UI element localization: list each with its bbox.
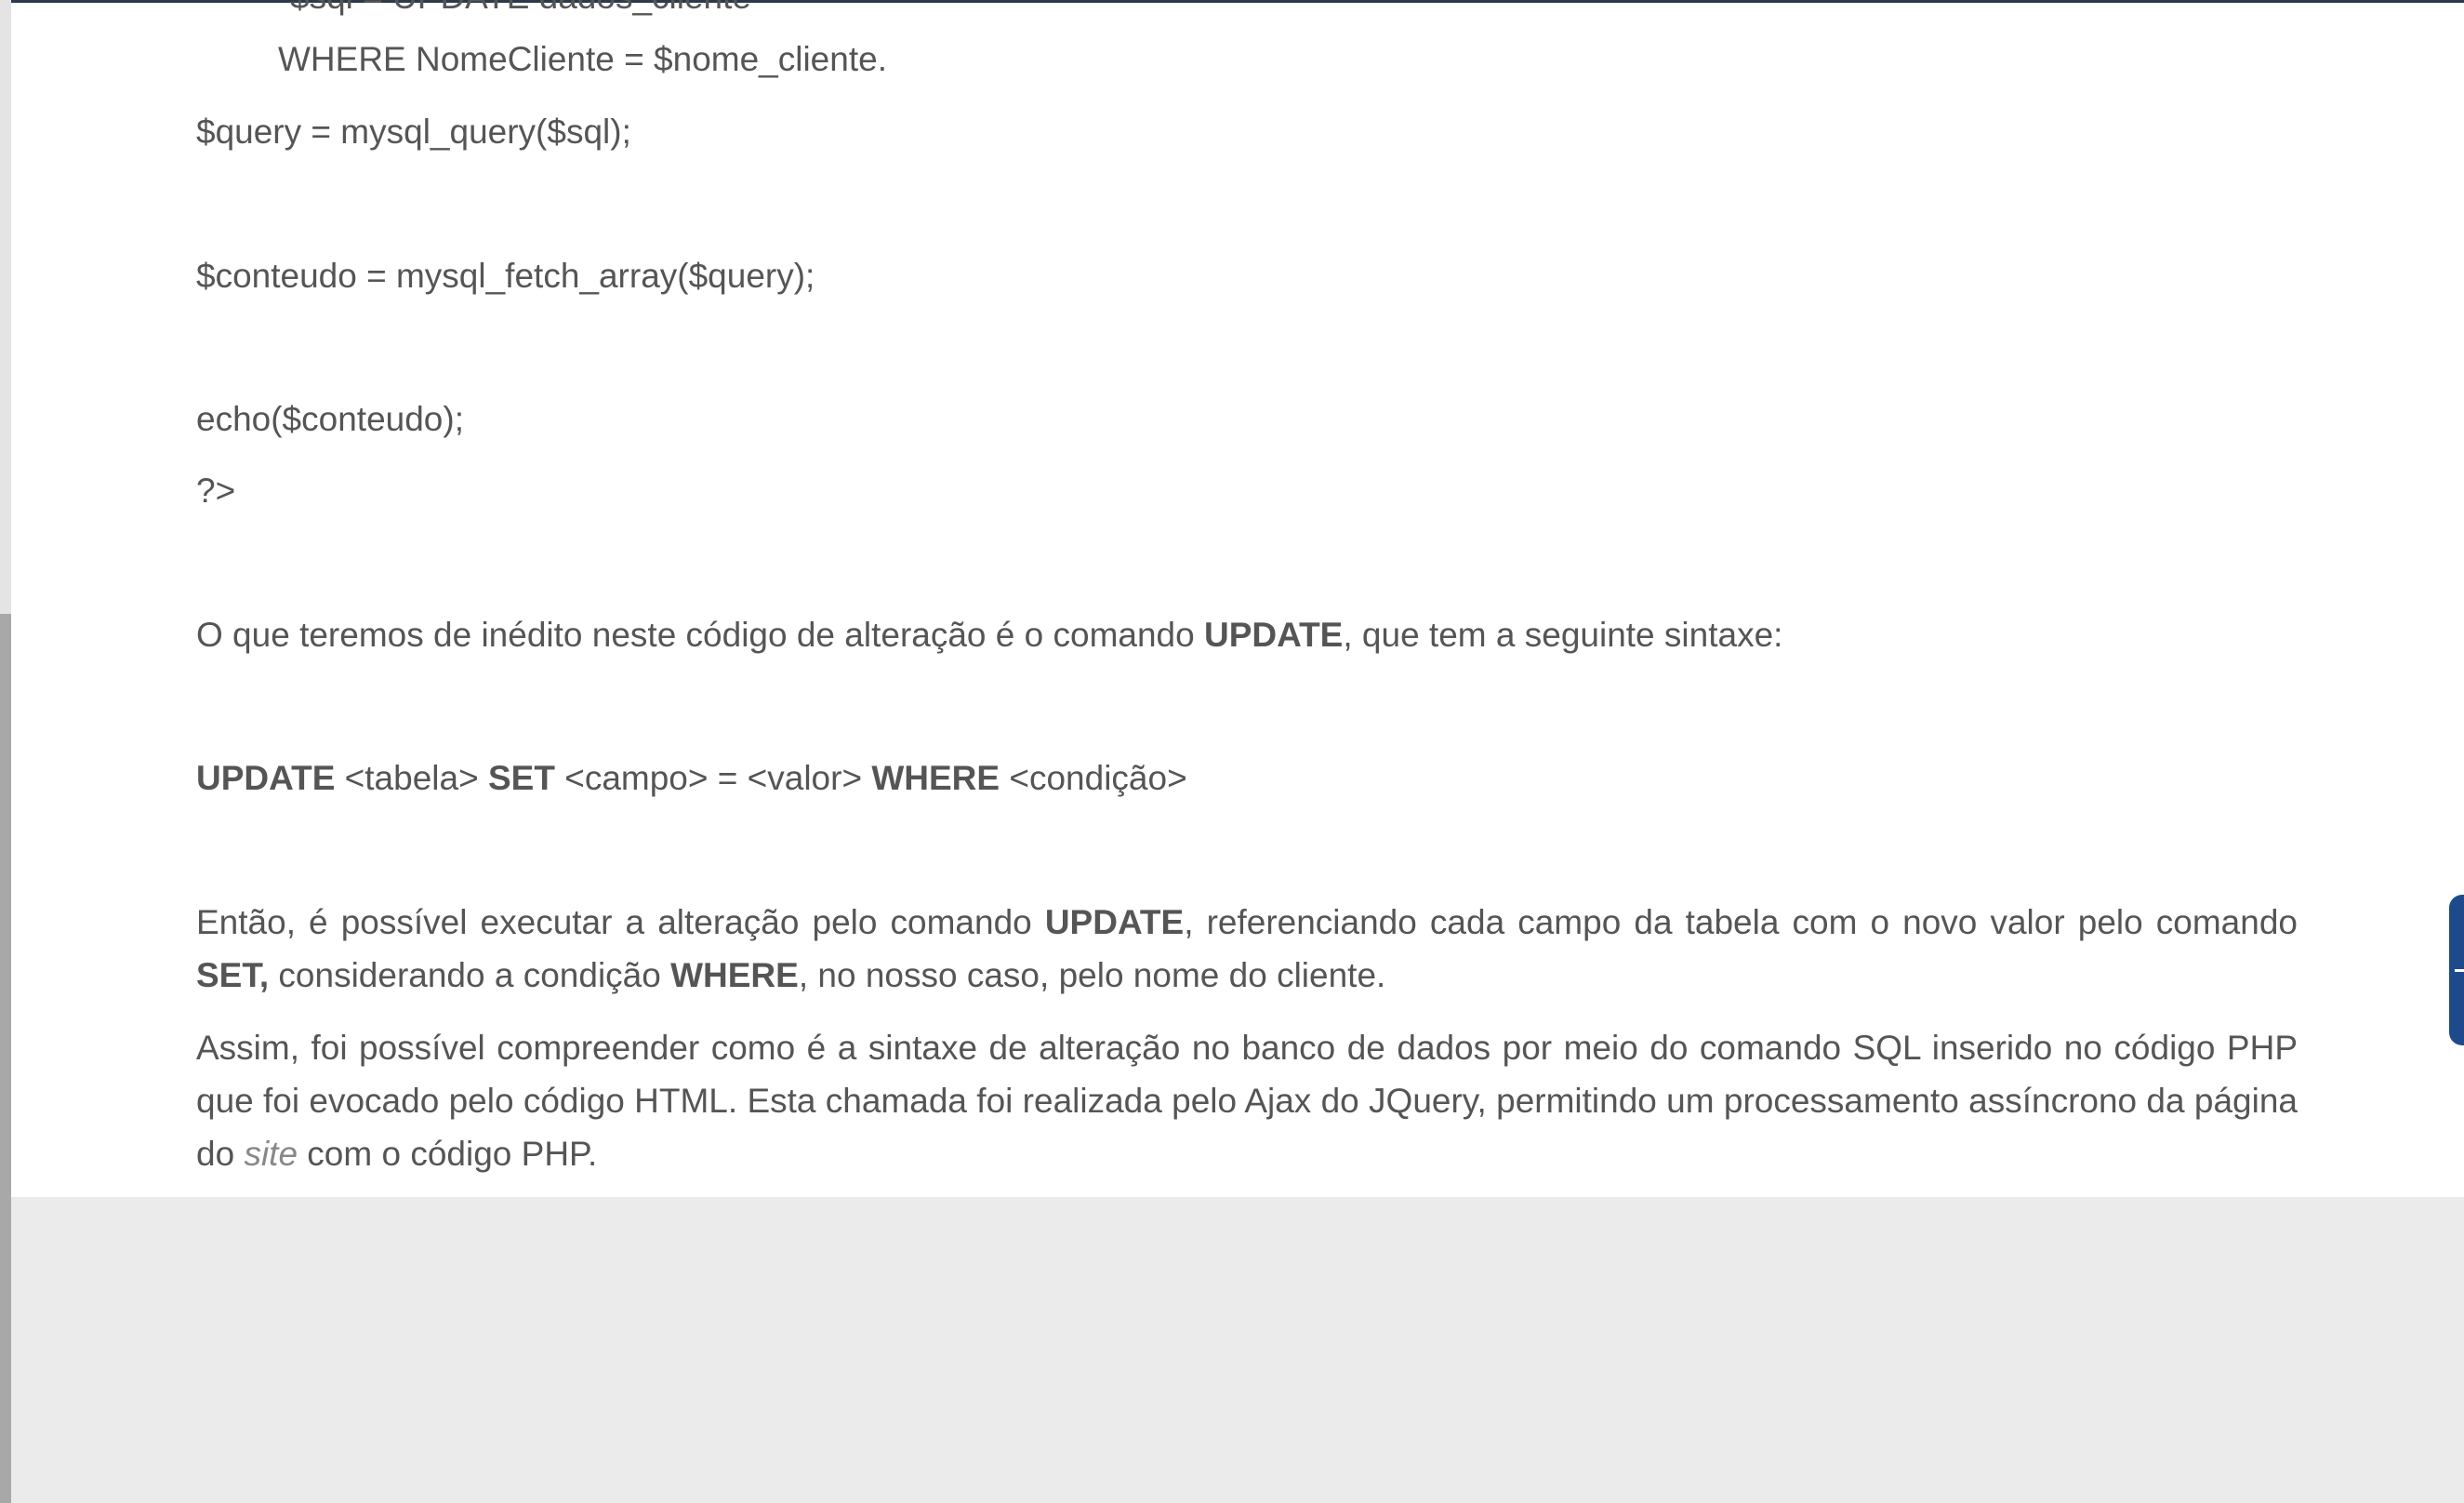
paragraph-text: com o código PHP.: [298, 1135, 598, 1173]
side-widget-divider: [2455, 969, 2464, 972]
syntax-campo-valor: <campo> = <valor>: [554, 759, 872, 797]
code-line-query: $query = mysql_query($sql);: [196, 113, 631, 151]
update-syntax-line: UPDATE <tabela> SET <campo> = <valor> WH…: [196, 752, 2298, 805]
code-line-echo: echo($conteudo);: [196, 400, 464, 438]
syntax-condicao: <condição>: [1000, 759, 1187, 797]
paragraph-text: O que teremos de inédito neste código de…: [196, 616, 1204, 654]
keyword-set: SET: [487, 759, 555, 797]
paragraph-text: , no nosso caso, pelo nome do cliente.: [798, 956, 1386, 994]
scrollbar-thumb[interactable]: [0, 614, 11, 1503]
code-line-clipped: $sql = UPDATE dados_cliente: [290, 0, 751, 16]
article-content: $sql = UPDATE dados_cliente WHERE NomeCl…: [11, 0, 2464, 1197]
keyword-update: UPDATE: [1203, 616, 1344, 654]
keyword-update: UPDATE: [1044, 903, 1185, 941]
paragraph-text: , que tem a seguinte sintaxe:: [1343, 616, 1783, 654]
code-line-close-tag: ?>: [196, 472, 236, 510]
keyword-set: SET,: [196, 956, 270, 994]
keyword-update: UPDATE: [196, 759, 336, 797]
code-line-fetch: $conteudo = mysql_fetch_array($query);: [196, 257, 815, 295]
paragraph-update-explanation: Então, é possível executar a alteração p…: [196, 896, 2298, 1002]
paragraph-text: considerando a condição: [269, 956, 671, 994]
code-line-where: WHERE NomeCliente = $nome_cliente.: [278, 40, 887, 78]
keyword-where: WHERE: [871, 759, 1000, 797]
keyword-where: WHERE: [670, 956, 799, 994]
emphasis-site: site: [244, 1135, 298, 1173]
paragraph-text: , referenciando cada campo da tabela com…: [1184, 903, 2298, 941]
paragraph-conclusion: Assim, foi possível compreender como é a…: [196, 1021, 2298, 1180]
paragraph-update-intro: O que teremos de inédito neste código de…: [196, 608, 2298, 661]
scrollbar-track[interactable]: [0, 0, 11, 1503]
syntax-tabela: <tabela>: [335, 759, 488, 797]
paragraph-text: Então, é possível executar a alteração p…: [196, 903, 1045, 941]
